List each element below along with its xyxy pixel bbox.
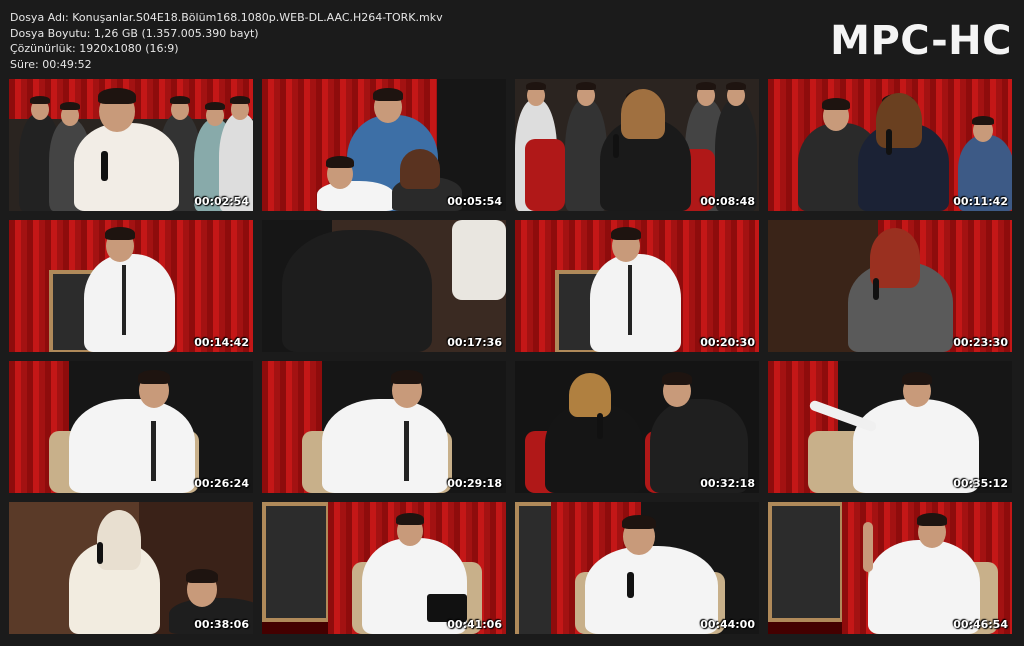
person-hair (60, 102, 80, 111)
duration: Süre: 00:49:52 (10, 57, 92, 71)
person-body (590, 254, 681, 352)
mic (597, 413, 603, 439)
thumbnail-timestamp: 00:17:36 (447, 336, 502, 349)
thumbnail-timestamp: 00:11:42 (953, 195, 1008, 208)
video-thumbnail: 00:38:06 (9, 502, 253, 634)
thumbnail-timestamp: 00:23:30 (953, 336, 1008, 349)
raised-arm (863, 522, 873, 572)
person-hair (726, 82, 746, 91)
chair (525, 139, 565, 211)
white-shape (452, 220, 506, 300)
person-hair (391, 370, 423, 384)
thumbnail-timestamp: 00:14:42 (194, 336, 249, 349)
person-hair (576, 82, 596, 91)
tie (404, 421, 409, 481)
person-hair (662, 372, 692, 385)
chalkboard (262, 502, 330, 622)
hair (569, 373, 611, 417)
file-info: Dosya Adı: Konuşanlar.S04E18.Bölüm168.10… (10, 10, 443, 72)
person-hair (30, 96, 50, 105)
person-hair (373, 88, 403, 101)
hair (400, 149, 440, 189)
person-body (69, 399, 195, 493)
thumbnail-timestamp: 00:46:54 (953, 618, 1008, 631)
mic (101, 151, 108, 181)
thumbnail-timestamp: 00:05:54 (447, 195, 502, 208)
thumbnail-timestamp: 00:35:12 (953, 477, 1008, 490)
video-thumbnail: 00:35:12 (768, 361, 1012, 493)
person-hair (170, 96, 190, 105)
thumbnail-timestamp: 00:41:06 (447, 618, 502, 631)
hair (621, 89, 665, 139)
video-thumbnail: 00:44:00 (515, 502, 759, 634)
person-body (74, 123, 179, 211)
person-hair (326, 156, 354, 168)
person-body (317, 181, 394, 211)
hair (876, 93, 922, 148)
video-thumbnail: 00:41:06 (262, 502, 506, 634)
video-thumbnail: 00:46:54 (768, 502, 1012, 634)
chalkboard (515, 502, 555, 634)
person-hair (396, 513, 424, 525)
file-name: Dosya Adı: Konuşanlar.S04E18.Bölüm168.10… (10, 11, 443, 24)
chalkboard (768, 502, 844, 622)
mic (873, 278, 879, 300)
person-hair (611, 227, 641, 240)
video-thumbnail: 00:23:30 (768, 220, 1012, 352)
thumbnail-timestamp: 00:32:18 (700, 477, 755, 490)
video-thumbnail: 00:32:18 (515, 361, 759, 493)
thumbnail-timestamp: 00:44:00 (700, 618, 755, 631)
thumbnail-timestamp: 00:29:18 (447, 477, 502, 490)
video-thumbnail: 00:17:36 (262, 220, 506, 352)
person-hair (902, 372, 932, 385)
video-thumbnail: 00:20:30 (515, 220, 759, 352)
mic (627, 572, 634, 598)
mic (886, 129, 892, 155)
thumbnail-timestamp: 00:26:24 (194, 477, 249, 490)
tie (628, 265, 632, 335)
file-size: Dosya Boyutu: 1,26 GB (1.357.005.390 bay… (10, 26, 259, 40)
video-thumbnail: 00:02:54 (9, 79, 253, 211)
person-body (585, 546, 718, 634)
tie (151, 421, 156, 481)
person-hair (105, 227, 135, 240)
thumbnail-timestamp: 00:02:54 (194, 195, 249, 208)
video-thumbnail: 00:14:42 (9, 220, 253, 352)
person-hair (230, 96, 250, 105)
person-hair (138, 370, 170, 384)
app-logo: MPC-HC (830, 18, 1012, 64)
thumbnail-timestamp: 00:20:30 (700, 336, 755, 349)
person-hair (622, 515, 656, 530)
thumbnail-timestamp: 00:08:48 (700, 195, 755, 208)
person-hair (98, 88, 136, 105)
thumbnail-timestamp: 00:38:06 (194, 618, 249, 631)
person-hair (917, 513, 947, 526)
person-hair (186, 569, 218, 583)
tie (122, 265, 126, 335)
video-thumbnail: 00:29:18 (262, 361, 506, 493)
video-thumbnail: 00:08:48 (515, 79, 759, 211)
person-hair (822, 98, 850, 110)
hijab (97, 510, 141, 570)
person-body (84, 254, 175, 352)
person-body (322, 399, 448, 493)
video-thumbnail: 00:26:24 (9, 361, 253, 493)
person-hair (972, 116, 994, 125)
video-thumbnail: 00:05:54 (262, 79, 506, 211)
resolution: Çözünürlük: 1920x1080 (16:9) (10, 42, 179, 55)
person-hair (696, 82, 716, 91)
person-back (282, 230, 432, 352)
person-hair (205, 102, 225, 111)
mic (97, 542, 103, 564)
thumbnail-grid: 00:02:54 00:05:54 00:08:48 00:11:42 00:14:42… (9, 79, 1012, 634)
mic (613, 134, 619, 158)
person-hair (526, 82, 546, 91)
video-thumbnail: 00:11:42 (768, 79, 1012, 211)
